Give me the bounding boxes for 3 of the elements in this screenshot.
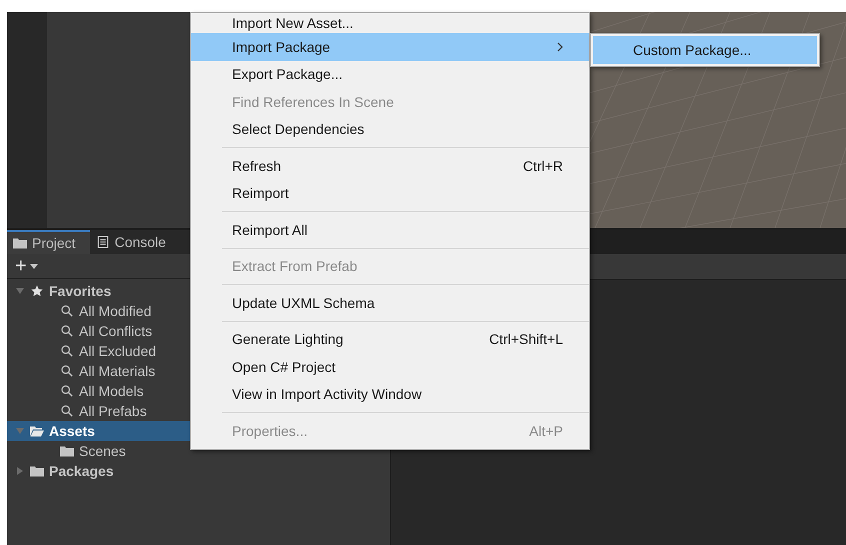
shortcut-label: Ctrl+R bbox=[522, 158, 563, 174]
shortcut-label: Alt+P bbox=[529, 422, 563, 439]
shortcut-label: Ctrl+Shift+L bbox=[489, 331, 563, 348]
